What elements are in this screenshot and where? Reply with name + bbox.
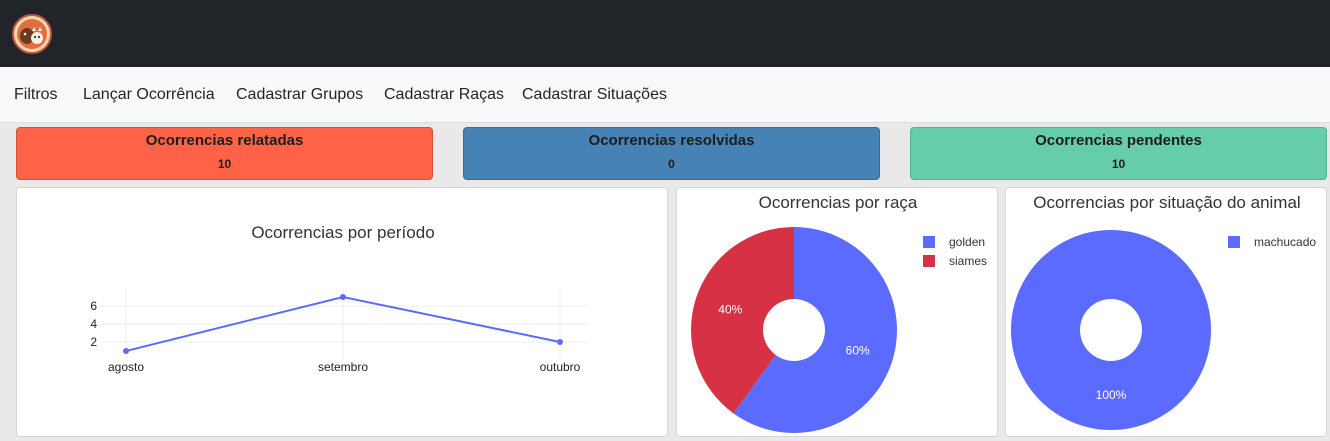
legend-label[interactable]: golden [949,235,985,249]
nav-item-cadastrar-situacoes[interactable]: Cadastrar Situações [522,86,667,104]
data-point[interactable] [340,294,346,300]
pie-percent-label: 60% [846,344,870,358]
pie-percent-label: 40% [718,302,742,316]
legend-swatch [1228,236,1240,248]
stat-title: Ocorrencias resolvidas [588,132,755,149]
stat-count: 0 [668,157,675,171]
chart-title: Ocorrencias por raça [759,193,918,212]
stat-title: Ocorrencias pendentes [1035,132,1202,149]
chart-title: Ocorrencias por período [251,223,434,242]
top-bar [0,0,1330,67]
chart-panel-situacao: Ocorrencias por situação do animal 100% … [1005,187,1327,437]
x-tick-label: setembro [318,360,368,374]
y-tick-label: 2 [90,335,97,349]
donut-hole [763,299,825,361]
chart-panel-periodo: Ocorrencias por período 2 4 6 agosto setemb… [16,187,668,437]
stat-title: Ocorrencias relatadas [145,132,304,149]
stat-count: 10 [217,157,232,171]
legend-label[interactable]: machucado [1254,235,1316,249]
legend-swatch [923,236,935,248]
nav-item-cadastrar-racas[interactable]: Cadastrar Raças [384,86,504,104]
x-tick-label: outubro [540,360,581,374]
data-point[interactable] [557,339,563,345]
chart-panel-raca: Ocorrencias por raça 60% 40% golden siames [676,187,998,437]
nav-item-cadastrar-grupos[interactable]: Cadastrar Grupos [236,86,363,104]
legend-swatch [923,255,935,267]
donut-hole [1080,299,1142,361]
stat-card-relatadas: Ocorrencias relatadas 10 [16,127,433,180]
pie-chart-situacao: Ocorrencias por situação do animal 100% … [1011,193,1316,430]
line-chart: Ocorrencias por período 2 4 6 agosto setemb… [90,223,589,374]
chart-title: Ocorrencias por situação do animal [1033,193,1300,212]
pie-chart-raca: Ocorrencias por raça 60% 40% golden siames [691,193,987,433]
stat-card-resolvidas: Ocorrencias resolvidas 0 [463,127,880,180]
x-tick-label: agosto [108,360,144,374]
nav-item-lancar-ocorrencia[interactable]: Lançar Ocorrência [83,86,215,104]
nav-item-filtros[interactable]: Filtros [14,86,58,104]
stat-card-pendentes: Ocorrencias pendentes 10 [910,127,1327,180]
pet-logo-icon[interactable] [12,14,52,54]
legend-label[interactable]: siames [949,254,987,268]
stat-count: 10 [1111,157,1126,171]
y-tick-label: 4 [90,317,97,331]
y-tick-label: 6 [90,299,97,313]
data-point[interactable] [123,348,129,354]
pie-percent-label: 100% [1096,388,1127,402]
nav-bar: Filtros Lançar Ocorrência Cadastrar Grup… [0,67,1330,123]
